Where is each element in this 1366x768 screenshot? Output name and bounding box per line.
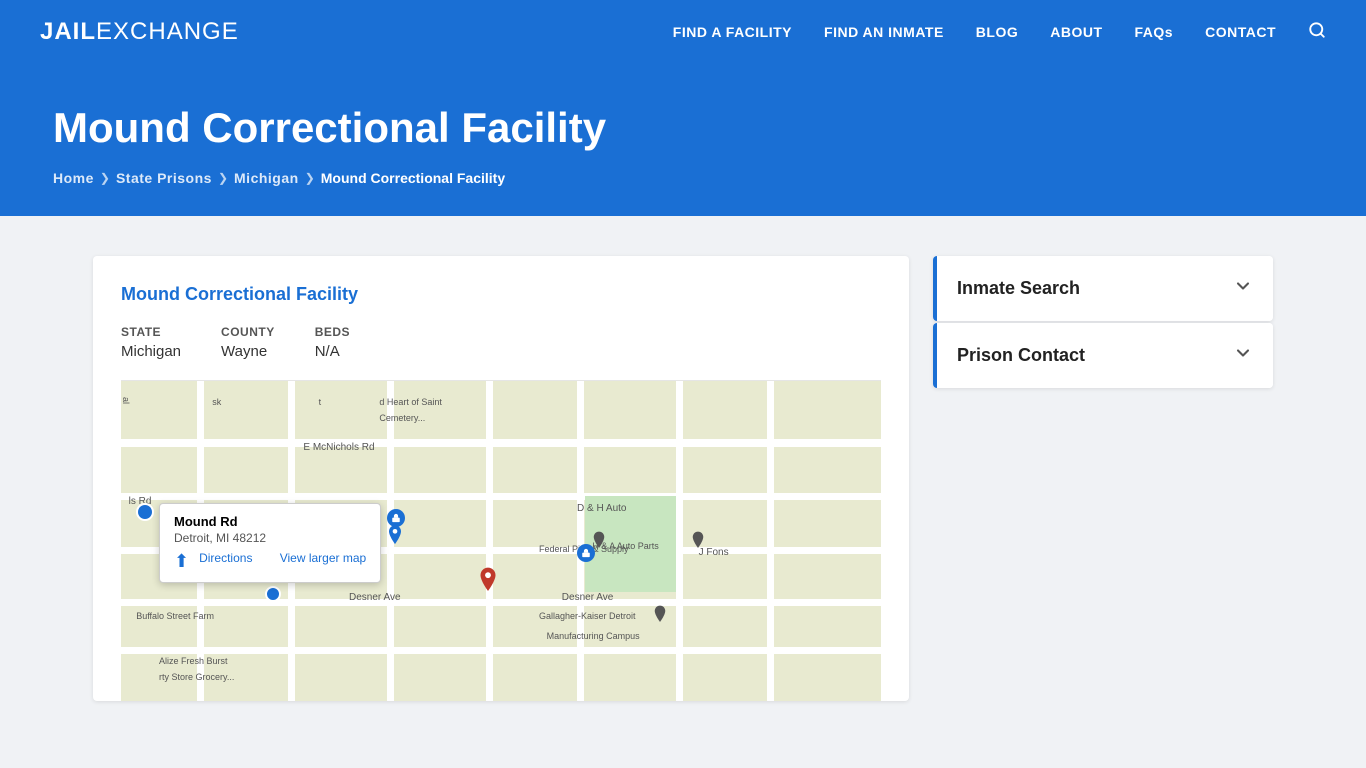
breadcrumb-sep-1: ❯ <box>100 171 110 185</box>
breadcrumb-home[interactable]: Home <box>53 170 94 186</box>
map-blue-marker <box>136 503 154 521</box>
county-label: COUNTY <box>221 325 275 339</box>
main-content: Mound Correctional Facility STATE Michig… <box>53 256 1313 701</box>
map-blue-pin <box>387 525 403 552</box>
prison-contact-chevron-icon <box>1233 343 1253 368</box>
inmate-search-title: Inmate Search <box>957 278 1080 299</box>
inmate-search-accordion: Inmate Search <box>933 256 1273 321</box>
breadcrumb-state-prisons[interactable]: State Prisons <box>116 170 212 186</box>
nav-find-inmate[interactable]: FIND AN INMATE <box>824 24 944 40</box>
view-larger-map-link[interactable]: View larger map <box>280 551 366 572</box>
directions-nav-icon: ⬆ <box>174 551 189 572</box>
breadcrumb-sep-3: ❯ <box>305 171 315 185</box>
map-popup-title: Mound Rd <box>174 514 366 529</box>
nav-find-facility[interactable]: FIND A FACILITY <box>673 24 792 40</box>
site-header: JAILEXCHANGE FIND A FACILITY FIND AN INM… <box>0 0 1366 64</box>
logo-bold: JAIL <box>40 18 96 45</box>
map-popup: Mound Rd Detroit, MI 48212 ⬆ Directions … <box>159 503 381 583</box>
page-title: Mound Correctional Facility <box>53 104 1313 152</box>
search-icon-button[interactable] <box>1308 21 1326 44</box>
breadcrumb-current: Mound Correctional Facility <box>321 170 505 186</box>
state-value: Michigan <box>121 343 181 360</box>
nav-faqs[interactable]: FAQs <box>1135 24 1174 40</box>
county-col: COUNTY Wayne <box>221 325 275 360</box>
state-col: STATE Michigan <box>121 325 181 360</box>
prison-contact-title: Prison Contact <box>957 345 1085 366</box>
nav-contact[interactable]: CONTACT <box>1205 24 1276 40</box>
state-label: STATE <box>121 325 181 339</box>
map-location-icon-2 <box>691 531 705 556</box>
map-lock-icon <box>387 509 405 527</box>
nav-about[interactable]: ABOUT <box>1050 24 1102 40</box>
facility-name: Mound Correctional Facility <box>121 284 881 305</box>
map-popup-links: ⬆ Directions View larger map <box>174 551 366 572</box>
beds-col: BEDS N/A <box>315 325 350 360</box>
nav-blog[interactable]: BLOG <box>976 24 1018 40</box>
prison-contact-accordion: Prison Contact <box>933 323 1273 388</box>
logo-ex: EXCHANGE <box>96 18 239 45</box>
right-sidebar: Inmate Search Prison Contact <box>933 256 1273 390</box>
facility-info-grid: STATE Michigan COUNTY Wayne BEDS N/A <box>121 325 881 360</box>
directions-link[interactable]: Directions <box>199 551 252 572</box>
county-value: Wayne <box>221 343 275 360</box>
facility-panel: Mound Correctional Facility STATE Michig… <box>93 256 909 701</box>
hero-banner: Mound Correctional Facility Home ❯ State… <box>0 64 1366 216</box>
map-container[interactable]: E McNichols Rd ls Rd Desner Ave Desner A… <box>121 381 881 701</box>
map-background: E McNichols Rd ls Rd Desner Ave Desner A… <box>121 381 881 701</box>
beds-label: BEDS <box>315 325 350 339</box>
inmate-search-header[interactable]: Inmate Search <box>933 256 1273 321</box>
site-logo[interactable]: JAILEXCHANGE <box>40 18 239 46</box>
breadcrumb-sep-2: ❯ <box>218 171 228 185</box>
breadcrumb: Home ❯ State Prisons ❯ Michigan ❯ Mound … <box>53 170 1313 186</box>
beds-value: N/A <box>315 343 350 360</box>
map-pin[interactable] <box>478 567 498 595</box>
inmate-search-chevron-icon <box>1233 276 1253 301</box>
map-popup-address: Detroit, MI 48212 <box>174 531 366 545</box>
prison-contact-header[interactable]: Prison Contact <box>933 323 1273 388</box>
main-nav: FIND A FACILITY FIND AN INMATE BLOG ABOU… <box>673 21 1326 44</box>
map-location-icon-3 <box>653 605 667 630</box>
breadcrumb-michigan[interactable]: Michigan <box>234 170 299 186</box>
